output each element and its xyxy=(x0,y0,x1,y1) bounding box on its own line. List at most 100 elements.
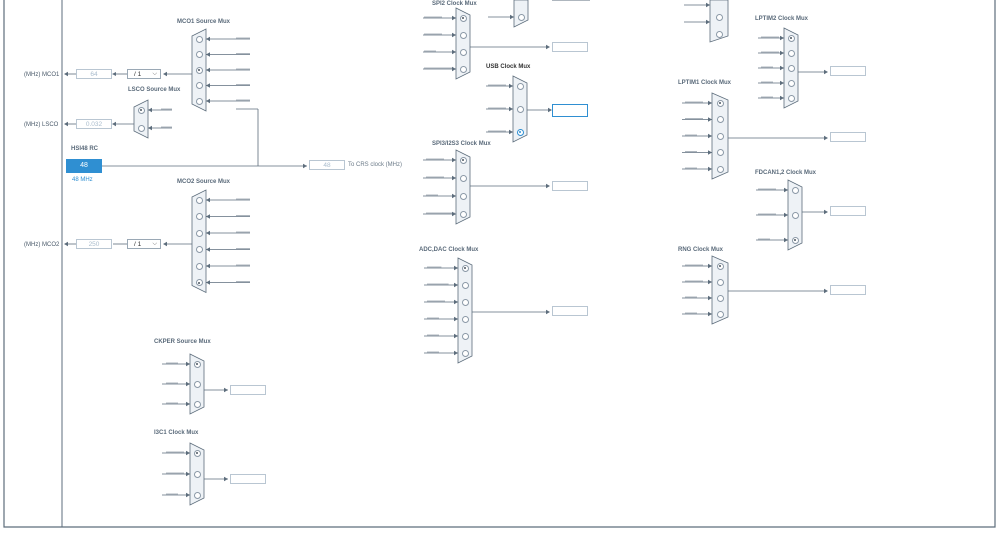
fdcan-radio-pll2q[interactable] xyxy=(791,211,799,219)
mco2-output-label: (MHz) MCO2 xyxy=(24,242,60,248)
spi3-frequency-field[interactable] xyxy=(552,181,588,191)
lptim1-radio-lse[interactable] xyxy=(716,132,724,140)
top-right-radio-csi[interactable] xyxy=(715,31,723,38)
crs-frequency-field[interactable]: 48 xyxy=(309,160,345,170)
fdcan-title: FDCAN1,2 Clock Mux xyxy=(755,170,817,176)
spi3-radio-pll1q[interactable] xyxy=(459,156,467,164)
usb-radio-pll1q[interactable] xyxy=(516,105,524,113)
lsco-mux[interactable] xyxy=(133,99,149,139)
ckper-frequency-field[interactable] xyxy=(230,385,266,395)
hsi48-frequency: 48 MHz xyxy=(72,177,93,183)
rng-title: RNG Clock Mux xyxy=(678,247,724,253)
wiring-layer xyxy=(3,0,996,528)
usb-radio-hsi48[interactable] xyxy=(516,128,524,136)
clock-configuration-canvas xyxy=(0,0,999,535)
mco1-radio-pll1qclk[interactable] xyxy=(195,82,203,89)
lsco-frequency-field[interactable]: 0.032 xyxy=(76,119,112,129)
mco1-radio-hsi48[interactable] xyxy=(195,97,203,105)
mco2-divider-value: / 1 xyxy=(134,241,142,248)
spi2-radio-per[interactable] xyxy=(459,48,467,56)
lptim1-title: LPTIM1 Clock Mux xyxy=(678,80,732,86)
spi2-frequency-field[interactable] xyxy=(552,42,588,52)
hsi48-oscillator-block[interactable]: 48 xyxy=(66,159,102,173)
lptim2-radio-pll2p[interactable] xyxy=(787,49,795,57)
mco1-output-label: (MHz) MCO1 xyxy=(24,72,60,78)
lptim1-radio-pll2p[interactable] xyxy=(716,116,724,123)
mco1-radio-lse[interactable] xyxy=(195,35,203,43)
mco2-radio-pll1p[interactable] xyxy=(195,246,203,253)
ckper-radio-hsi[interactable] xyxy=(193,360,201,368)
i3c1-frequency-field[interactable] xyxy=(230,474,266,484)
mco2-mux[interactable] xyxy=(191,189,207,294)
fdcan-radio-pll1q[interactable] xyxy=(791,186,799,194)
adc-radio-pll2r[interactable] xyxy=(461,298,469,306)
mco1-divider-select[interactable]: / 1 ⌵ xyxy=(127,69,161,79)
usb-title: USB Clock Mux xyxy=(486,64,531,70)
lptim2-title: LPTIM2 Clock Mux xyxy=(755,16,809,22)
mco1-title: MCO1 Source Mux xyxy=(177,19,231,25)
lptim2-frequency-field[interactable] xyxy=(830,66,866,76)
ckper-radio-hse[interactable] xyxy=(193,380,201,388)
hsi48-title: HSI48 RC xyxy=(71,146,99,152)
lptim1-frequency-field[interactable] xyxy=(830,132,866,142)
ckper-radio-csi[interactable] xyxy=(193,400,201,408)
fdcan-radio-hse[interactable] xyxy=(791,236,799,244)
mco1-radio-hsi[interactable] xyxy=(195,66,203,74)
adc-title: ADC,DAC Clock Mux xyxy=(419,247,479,253)
usb-radio-pll2q[interactable] xyxy=(516,82,524,90)
mco1-divider-value: / 1 xyxy=(134,71,142,78)
top-mux-radio-hsi[interactable] xyxy=(517,13,525,21)
mco2-frequency-field[interactable]: 250 xyxy=(76,239,112,249)
mco2-divider-select[interactable]: / 1 ⌵ xyxy=(127,239,161,249)
mco1-frequency-field[interactable]: 64 xyxy=(76,69,112,79)
fdcan-frequency-field[interactable] xyxy=(830,206,866,216)
lsco-radio-lse[interactable] xyxy=(137,124,145,132)
ckper-title: CKPER Source Mux xyxy=(154,339,211,345)
top-right-radio-lse[interactable] xyxy=(715,14,723,21)
mco2-radio-sysclk[interactable] xyxy=(195,279,203,286)
spi3-radio-per[interactable] xyxy=(459,192,467,200)
lptim2-radio-lsi[interactable] xyxy=(787,79,795,87)
usb-frequency-field[interactable] xyxy=(552,104,588,117)
mco2-radio-lsi[interactable] xyxy=(195,196,203,204)
i3c1-radio-pll2r[interactable] xyxy=(193,470,201,478)
adc-radio-sysclk[interactable] xyxy=(461,281,469,289)
spi3-radio-audioclk[interactable] xyxy=(459,210,467,218)
lptim1-radio-pclk3[interactable] xyxy=(716,99,724,107)
chevron-down-icon: ⌵ xyxy=(152,71,157,77)
lptim2-radio-pclk1[interactable] xyxy=(787,34,795,42)
spi2-radio-pll2p[interactable] xyxy=(459,31,467,39)
rng-radio-hsi48[interactable] xyxy=(716,262,724,270)
mco2-radio-pll2p[interactable] xyxy=(195,262,203,270)
adc-radio-hclk[interactable] xyxy=(461,264,469,272)
lptim2-radio-lse[interactable] xyxy=(787,64,795,72)
i3c1-radio-hsi[interactable] xyxy=(193,491,201,499)
adc-mux[interactable] xyxy=(457,257,473,364)
rng-radio-pll1q[interactable] xyxy=(716,278,724,286)
i3c1-title: I3C1 Clock Mux xyxy=(154,430,199,436)
lsco-title: LSCO Source Mux xyxy=(128,87,181,93)
lsco-radio-lsi[interactable] xyxy=(137,106,145,114)
lsco-output-label: (MHz) LSCO xyxy=(24,122,59,128)
chevron-down-icon: ⌵ xyxy=(152,241,157,247)
spi2-title: SPI2 Clock Mux xyxy=(432,1,477,7)
adc-frequency-field[interactable] xyxy=(552,306,588,316)
lptim2-radio-per[interactable] xyxy=(787,94,795,102)
rng-radio-lsi[interactable] xyxy=(716,310,724,318)
spi3-radio-pll2p[interactable] xyxy=(459,174,467,182)
mco2-radio-csi[interactable] xyxy=(195,229,203,237)
mco1-radio-hse[interactable] xyxy=(195,51,203,58)
rng-radio-lse[interactable] xyxy=(716,294,724,302)
lptim1-radio-lsi[interactable] xyxy=(716,149,724,156)
crs-destination-label: To CRS clock (MHz) xyxy=(348,162,403,168)
rng-frequency-field[interactable] xyxy=(830,285,866,295)
adc-radio-hsi[interactable] xyxy=(461,332,469,340)
spi2-radio-audioclk[interactable] xyxy=(459,65,467,73)
mco2-radio-hse[interactable] xyxy=(195,213,203,220)
lptim1-radio-per[interactable] xyxy=(716,165,724,173)
mco2-title: MCO2 Source Mux xyxy=(177,179,231,185)
i3c1-radio-pclk1[interactable] xyxy=(193,449,201,457)
adc-radio-csi[interactable] xyxy=(461,349,469,357)
adc-radio-hse[interactable] xyxy=(461,315,469,323)
spi2-radio-pll1q[interactable] xyxy=(459,14,467,22)
